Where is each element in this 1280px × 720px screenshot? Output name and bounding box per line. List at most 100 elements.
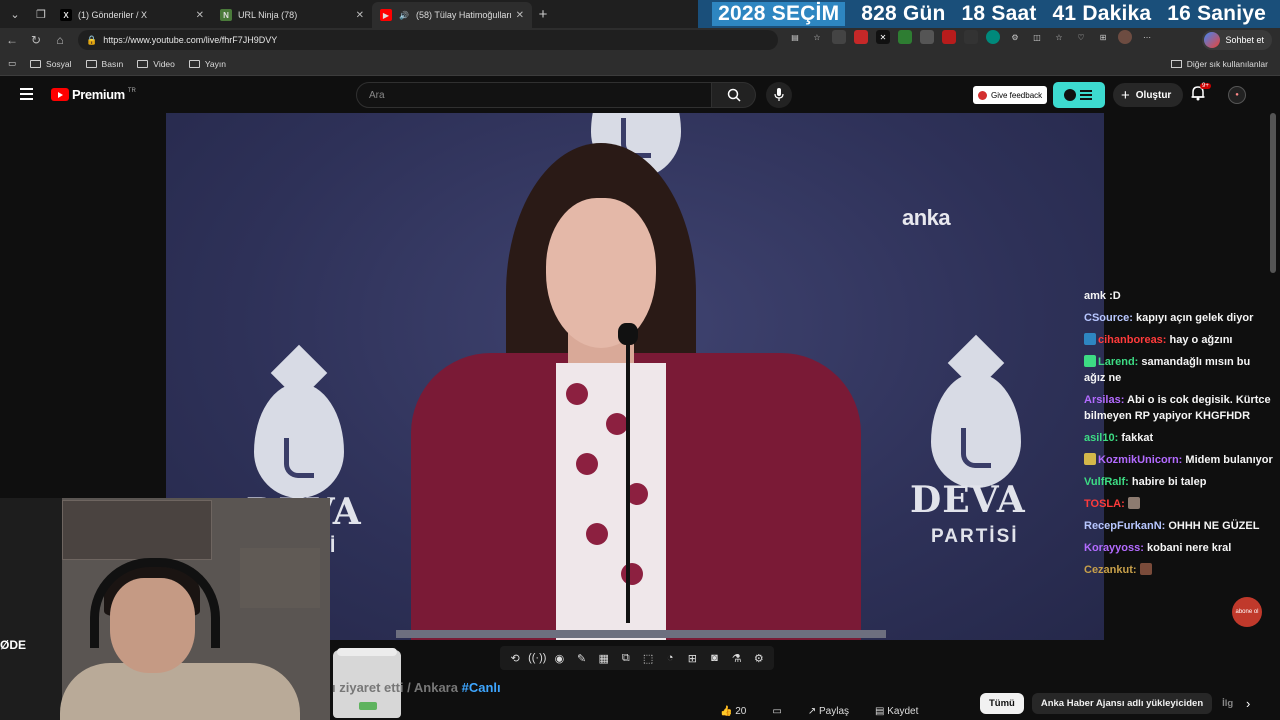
chat-text: kobani nere kral xyxy=(1146,542,1232,554)
stream-chat-overlay: amk :D CSource: kapıyı açın gelek diyor … xyxy=(1084,288,1274,584)
copilot-chat-button[interactable]: Sohbet et xyxy=(1202,30,1272,50)
chat-username: Korayyoss: xyxy=(1084,542,1144,554)
dislike-button[interactable]: ▭ xyxy=(772,706,781,717)
extension-icon[interactable] xyxy=(920,30,934,44)
chip-all[interactable]: Tümü xyxy=(980,692,1024,714)
chip-related[interactable]: İlg xyxy=(1220,693,1235,714)
add-icon[interactable]: ⊞ xyxy=(684,650,700,666)
extension-icon[interactable] xyxy=(986,30,1000,44)
chat-text: habire bi talep xyxy=(1131,476,1207,488)
browser-tab-x[interactable]: X (1) Gönderiler / X ✕ xyxy=(52,2,212,28)
chevron-right-icon[interactable]: › xyxy=(1237,692,1259,714)
chat-message: Larend: samandağlı mısın bu ağız ne xyxy=(1084,354,1274,386)
tab-title: (58) Tülay Hatimoğulları ve Tü xyxy=(416,10,512,20)
feedback-icon xyxy=(978,90,987,100)
copilot-icon xyxy=(1204,32,1221,48)
reader-view-icon[interactable]: ▤ xyxy=(788,30,802,44)
tab-actions-menu-icon[interactable]: ⌄ xyxy=(4,3,26,25)
chip-uploader[interactable]: Anka Haber Ajansı adlı yükleyiciden xyxy=(1031,692,1213,714)
search-input[interactable]: Ara xyxy=(356,82,712,108)
flask-icon[interactable]: ⚗ xyxy=(729,650,745,666)
save-button[interactable]: ▤ Kaydet xyxy=(875,706,918,717)
voice-search-button[interactable] xyxy=(766,82,792,108)
extension-icon[interactable] xyxy=(898,30,912,44)
profile-avatar-icon[interactable] xyxy=(1118,30,1132,44)
give-feedback-button[interactable]: Give feedback xyxy=(973,86,1048,104)
extensions-puzzle-icon[interactable]: ⚙ xyxy=(1008,30,1022,44)
speaker-icon[interactable]: 🔊 xyxy=(398,9,410,21)
close-tab-icon[interactable]: ✕ xyxy=(516,10,524,21)
extension-icon[interactable] xyxy=(964,30,978,44)
bookmark-folder-video[interactable]: Video xyxy=(137,59,175,69)
audio-icon[interactable]: ((·)) xyxy=(528,650,546,666)
extension-icon[interactable]: ⊞ xyxy=(1096,30,1110,44)
anka-watermark: anka xyxy=(902,205,951,230)
address-bar-row: ← ↻ ⌂ 🔒 https://www.youtube.com/live/fhr… xyxy=(0,28,1280,52)
workspaces-icon[interactable]: ❐ xyxy=(30,3,52,25)
home-icon[interactable]: ⌂ xyxy=(48,28,72,52)
chat-username: RecepFurkanN: xyxy=(1084,520,1166,532)
browser-tab-youtube[interactable]: ▶ 🔊 (58) Tülay Hatimoğulları ve Tü ✕ xyxy=(372,2,532,28)
youtube-premium-logo[interactable]: Premium TR xyxy=(51,87,136,102)
subscribe-badge[interactable]: abone ol xyxy=(1232,597,1262,627)
bookmark-folder-basin[interactable]: Basın xyxy=(85,59,123,69)
feedback-label: Give feedback xyxy=(991,90,1043,100)
account-avatar[interactable]: ● xyxy=(1228,86,1246,104)
extension-icon[interactable]: ✕ xyxy=(876,30,890,44)
select-icon[interactable]: ⬚ xyxy=(640,650,656,666)
countdown-hours: 18 Saat xyxy=(961,2,1037,25)
page-scrollbar[interactable] xyxy=(1270,113,1276,273)
copilot-label: Sohbet et xyxy=(1225,35,1264,45)
podium xyxy=(396,630,886,638)
browser-tab-url-ninja[interactable]: N URL Ninja (78) ✕ xyxy=(212,2,372,28)
folder-icon xyxy=(137,59,149,68)
loop-icon[interactable]: ⟲ xyxy=(507,650,523,666)
more-menu-icon[interactable]: ⋯ xyxy=(1140,30,1154,44)
new-tab-button[interactable]: + xyxy=(532,3,554,25)
emote-icon xyxy=(1139,563,1152,575)
extension-icon[interactable] xyxy=(942,30,956,44)
close-tab-icon[interactable]: ✕ xyxy=(356,10,364,21)
speed-icon[interactable]: ◔ xyxy=(662,650,678,666)
bookmark-label: Video xyxy=(153,58,175,69)
bookmarks-menu-icon[interactable]: ▭ xyxy=(8,58,16,69)
menu-icon[interactable] xyxy=(20,88,33,100)
webcam-text: ØDE xyxy=(0,638,27,652)
eye-icon[interactable]: ◉ xyxy=(551,650,567,666)
favorites-icon[interactable]: ☆ xyxy=(1052,30,1066,44)
bookmark-label: Sosyal xyxy=(46,58,72,69)
edit-icon[interactable]: ✎ xyxy=(574,650,590,666)
hashtag-link[interactable]: #Canlı xyxy=(462,680,501,695)
badge-icon xyxy=(1084,333,1096,345)
split-screen-icon[interactable]: ◫ xyxy=(1030,30,1044,44)
extension-icon[interactable] xyxy=(832,30,846,44)
close-tab-icon[interactable]: ✕ xyxy=(196,10,204,21)
chat-username: TOSLA: xyxy=(1084,498,1125,510)
create-button[interactable]: + Oluştur xyxy=(1113,83,1184,107)
share-button[interactable]: ↗ Paylaş xyxy=(808,706,849,717)
search-button[interactable] xyxy=(712,82,756,108)
clip-icon[interactable]: ▦ xyxy=(596,650,612,666)
url-field[interactable]: 🔒 https://www.youtube.com/live/fhrF7JH9D… xyxy=(78,30,778,50)
other-favorites[interactable]: Diğer sık kullanılanlar xyxy=(1170,59,1268,69)
camera-icon[interactable]: ◙ xyxy=(706,650,722,666)
back-icon[interactable]: ← xyxy=(0,28,24,52)
bookmark-folder-yayin[interactable]: Yayın xyxy=(188,59,226,69)
collections-icon[interactable]: ♡ xyxy=(1074,30,1088,44)
favorite-star-icon[interactable]: ☆ xyxy=(810,30,824,44)
notifications-button[interactable]: 9+ xyxy=(1190,83,1211,105)
site-info-icon[interactable]: 🔒 xyxy=(86,35,97,46)
countdown-days: 828 Gün xyxy=(861,2,946,25)
x-icon: X xyxy=(60,9,72,21)
microphone-icon xyxy=(774,88,784,101)
crop-icon[interactable]: ⧉ xyxy=(618,650,634,666)
partisi-text-right: PARTİSİ xyxy=(931,526,1019,547)
settings-gear-icon[interactable]: ⚙ xyxy=(751,650,767,666)
badge-icon xyxy=(1084,355,1096,367)
extension-menu-button[interactable] xyxy=(1053,82,1105,108)
extension-icon[interactable] xyxy=(854,30,868,44)
bookmark-folder-sosyal[interactable]: Sosyal xyxy=(30,59,72,69)
reload-icon[interactable]: ↻ xyxy=(24,28,48,52)
like-button[interactable]: 👍 20 xyxy=(720,706,746,717)
chat-username: Larend: xyxy=(1098,356,1139,368)
